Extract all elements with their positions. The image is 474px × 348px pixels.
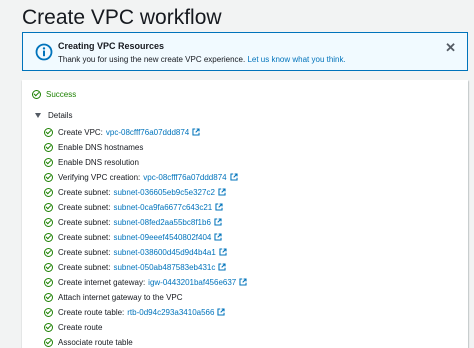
resource-id-link[interactable]: subnet-08fed2aa55bc8f1b6 — [113, 218, 210, 227]
step-text: Create subnet: — [58, 232, 111, 242]
success-check-icon — [44, 247, 53, 257]
info-icon — [35, 43, 53, 61]
success-check-icon — [44, 172, 53, 182]
page-title: Create VPC workflow — [22, 6, 222, 29]
success-check-icon — [44, 277, 53, 287]
flash-message: Thank you for using the new create VPC e… — [58, 55, 346, 64]
step-text: Create subnet: — [58, 217, 111, 227]
flash-title: Creating VPC Resources — [58, 41, 165, 51]
external-link-icon[interactable] — [214, 233, 222, 241]
info-flash-banner: Creating VPC Resources Thank you for usi… — [22, 32, 468, 71]
success-check-icon — [32, 89, 41, 99]
resource-id-link[interactable]: subnet-09eeef4540802f404 — [113, 233, 211, 242]
workflow-step: Create subnet: subnet-09eeef4540802f404 — [44, 231, 222, 243]
success-check-icon — [44, 337, 53, 347]
external-link-icon[interactable] — [217, 308, 226, 316]
feedback-link[interactable]: Let us know what you think. — [247, 55, 345, 64]
step-text: Create subnet: — [58, 202, 111, 212]
step-text: Associate route table — [58, 337, 133, 347]
flash-message-text: Thank you for using the new create VPC e… — [58, 55, 246, 64]
success-check-icon — [44, 127, 53, 137]
external-link-icon[interactable] — [218, 263, 226, 271]
resource-id-link[interactable]: subnet-0ca9fa6677c643c21 — [113, 203, 212, 212]
resource-id-link[interactable]: igw-0443201baf456e637 — [148, 278, 236, 287]
workflow-panel: Success Details Create VPC: vpc-08cfff76a… — [22, 80, 468, 348]
resource-id-link[interactable]: rtb-0d94c293a3410a566 — [127, 308, 214, 317]
external-link-icon[interactable] — [192, 128, 200, 136]
workflow-step: Create subnet: subnet-038600d45d9d4b4a1 — [44, 246, 227, 258]
workflow-step: Associate route table — [44, 336, 133, 348]
step-text: Enable DNS hostnames — [58, 142, 144, 152]
step-text: Create subnet: — [58, 262, 111, 272]
details-toggle[interactable]: Details — [35, 109, 72, 121]
step-text: Create subnet: — [58, 187, 111, 197]
success-check-icon — [44, 322, 53, 332]
workflow-step: Create VPC: vpc-08cfff76a07ddd874 — [44, 126, 200, 138]
step-text: Attach internet gateway to the VPC — [58, 292, 183, 302]
close-icon[interactable]: ✕ — [445, 41, 456, 54]
resource-id-link[interactable]: vpc-08cfff76a07ddd874 — [106, 128, 189, 137]
resource-id-link[interactable]: vpc-08cfff76a07ddd874 — [143, 173, 226, 182]
success-check-icon — [44, 157, 53, 167]
resource-id-link[interactable]: subnet-036605eb9c5e327c2 — [113, 188, 214, 197]
external-link-icon[interactable] — [218, 188, 226, 196]
external-link-icon[interactable] — [219, 248, 227, 256]
success-label: Success — [46, 89, 77, 99]
workflow-step: Create internet gateway: igw-0443201baf45… — [44, 276, 247, 288]
workflow-step: Create subnet: subnet-050ab487583eb431c — [44, 261, 226, 273]
workflow-step: Create route — [44, 321, 102, 333]
step-text: Verifying VPC creation: — [58, 172, 141, 182]
step-text: Create VPC: — [58, 127, 103, 137]
step-text: Create route table: — [58, 307, 125, 317]
caret-down-icon — [35, 112, 41, 118]
success-check-icon — [44, 262, 53, 272]
external-link-icon[interactable] — [215, 203, 223, 211]
success-check-icon — [44, 202, 53, 212]
success-check-icon — [44, 232, 53, 242]
resource-id-link[interactable]: subnet-050ab487583eb431c — [113, 263, 215, 272]
external-link-icon[interactable] — [239, 278, 247, 286]
success-check-icon — [44, 217, 53, 227]
external-link-icon[interactable] — [230, 173, 238, 181]
workflow-step: Enable DNS hostnames — [44, 141, 143, 153]
external-link-icon[interactable] — [214, 218, 222, 226]
workflow-step: Create subnet: subnet-08fed2aa55bc8f1b6 — [44, 216, 222, 228]
step-text: Create internet gateway: — [58, 277, 146, 287]
step-text: Create subnet: — [58, 247, 111, 257]
step-text: Create route — [58, 322, 103, 332]
step-text: Enable DNS resolution — [58, 157, 139, 167]
workflow-step: Verifying VPC creation: vpc-08cfff76a07dd… — [44, 171, 238, 183]
details-label: Details — [48, 110, 73, 120]
workflow-step: Attach internet gateway to the VPC — [44, 291, 183, 303]
workflow-step: Create subnet: subnet-036605eb9c5e327c2 — [44, 186, 226, 198]
success-check-icon — [44, 292, 53, 302]
workflow-step: Create route table: rtb-0d94c293a3410a566 — [44, 306, 226, 318]
workflow-step: Create subnet: subnet-0ca9fa6677c643c21 — [44, 201, 223, 213]
success-status: Success — [32, 88, 76, 100]
resource-id-link[interactable]: subnet-038600d45d9d4b4a1 — [113, 248, 215, 257]
success-check-icon — [44, 142, 53, 152]
success-check-icon — [44, 307, 53, 317]
success-check-icon — [44, 187, 53, 197]
workflow-step: Enable DNS resolution — [44, 156, 139, 168]
